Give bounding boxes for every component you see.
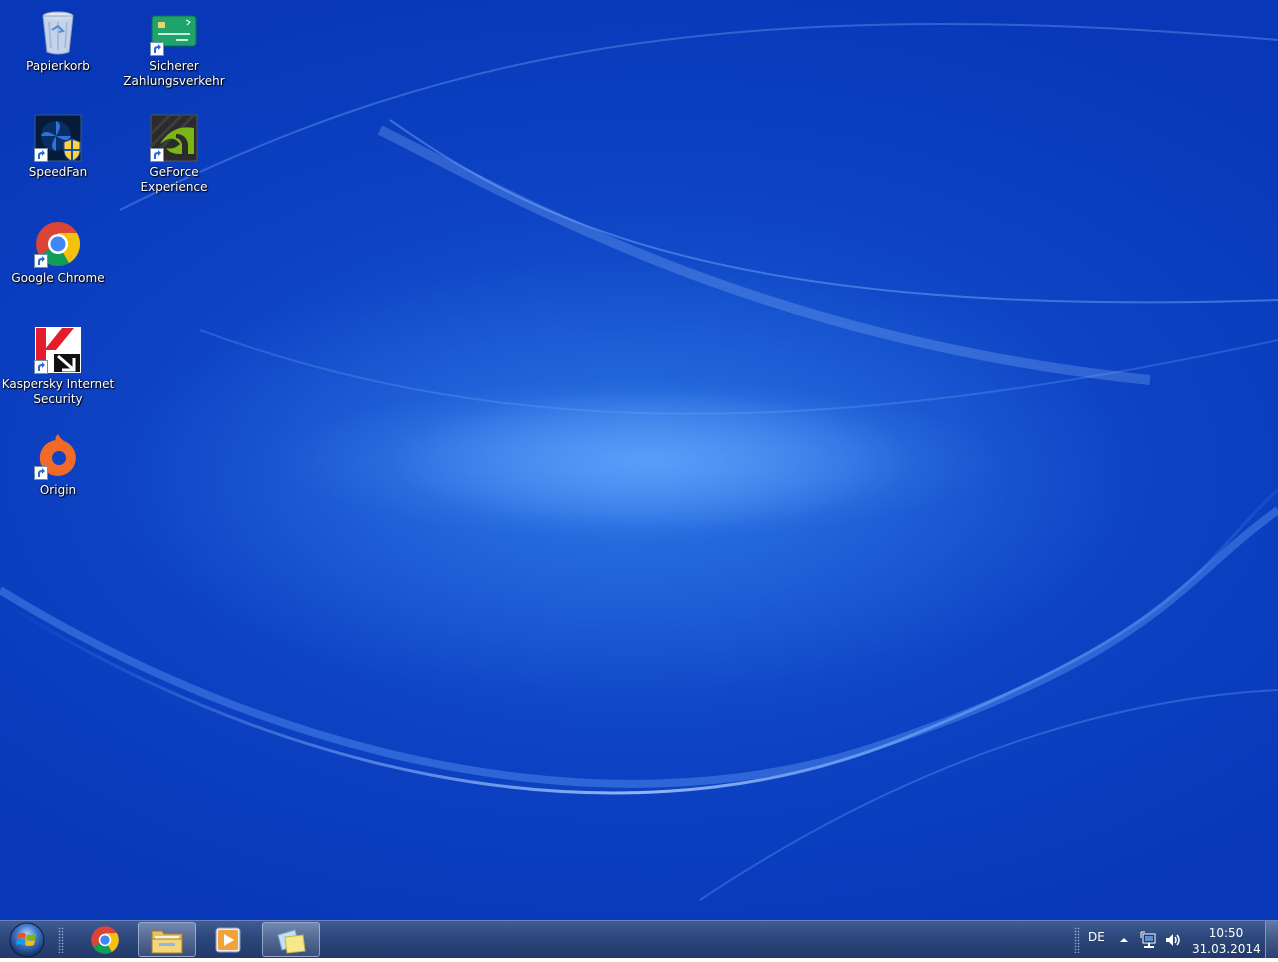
- folder-icon: [151, 930, 183, 954]
- desktop-icon-origin[interactable]: Origin: [0, 432, 116, 498]
- network-icon[interactable]: [1140, 931, 1158, 949]
- shortcut-arrow-icon: [34, 466, 48, 480]
- desktop-icon-label: Kaspersky Internet Security: [1, 377, 115, 406]
- shortcut-arrow-icon: [34, 148, 48, 162]
- shortcut-arrow-icon: [34, 254, 48, 268]
- geforce-experience-icon: [149, 113, 198, 162]
- shortcut-arrow-icon: [34, 360, 48, 374]
- chrome-icon: [34, 220, 82, 268]
- taskbar: DE 10:50 31.03.2014: [0, 920, 1278, 958]
- media-player-icon: [215, 927, 241, 953]
- clock[interactable]: 10:50 31.03.2014: [1192, 925, 1261, 957]
- desktop-icon-geforce-experience[interactable]: GeForce Experience: [116, 113, 232, 195]
- desktop-icon-label: Origin: [39, 483, 77, 497]
- kaspersky-icon: [34, 326, 82, 374]
- taskbar-media-player-button[interactable]: [200, 922, 258, 957]
- taskbar-chrome-button[interactable]: [76, 922, 134, 957]
- recycle-bin-icon: [34, 8, 82, 56]
- desktop-icon-safe-money[interactable]: Sicherer Zahlungsverkehr: [116, 8, 232, 89]
- clock-date: 31.03.2014: [1192, 942, 1261, 956]
- taskbar-grip[interactable]: [58, 927, 64, 953]
- show-hidden-icons-chevron-icon[interactable]: [1118, 935, 1130, 945]
- shortcut-arrow-icon: [150, 42, 164, 56]
- volume-icon[interactable]: [1164, 931, 1182, 949]
- desktop-icon-label: SpeedFan: [28, 165, 88, 179]
- desktop-icon-recycle-bin[interactable]: Papierkorb: [0, 8, 116, 74]
- speedfan-icon: [34, 114, 82, 162]
- desktop-icon-google-chrome[interactable]: Google Chrome: [0, 220, 116, 286]
- credit-card-icon: [150, 8, 198, 56]
- clock-time: 10:50: [1208, 926, 1244, 940]
- desktop-icon-kaspersky[interactable]: Kaspersky Internet Security: [0, 326, 116, 407]
- origin-icon: [34, 432, 82, 480]
- tray-grip[interactable]: [1074, 927, 1080, 953]
- desktop-icon-label: Sicherer Zahlungsverkehr: [123, 59, 225, 88]
- chrome-icon: [91, 926, 119, 954]
- language-indicator[interactable]: DE: [1088, 930, 1105, 944]
- desktop-icon-label: Google Chrome: [11, 271, 105, 285]
- desktop-icon-speedfan[interactable]: SpeedFan: [0, 114, 116, 180]
- desktop-icon-label: GeForce Experience: [140, 165, 208, 194]
- start-button[interactable]: [7, 922, 47, 958]
- sticky-notes-icon: [277, 929, 306, 954]
- shortcut-arrow-icon: [150, 148, 164, 162]
- windows-logo-icon: [9, 922, 45, 958]
- desktop[interactable]: Papierkorb Sicherer Zahlungsverkehr Spee…: [0, 0, 1278, 920]
- desktop-icon-label: Papierkorb: [26, 59, 90, 73]
- taskbar-explorer-button[interactable]: [138, 922, 196, 957]
- show-desktop-button[interactable]: [1265, 921, 1278, 958]
- taskbar-sticky-notes-button[interactable]: [262, 922, 320, 957]
